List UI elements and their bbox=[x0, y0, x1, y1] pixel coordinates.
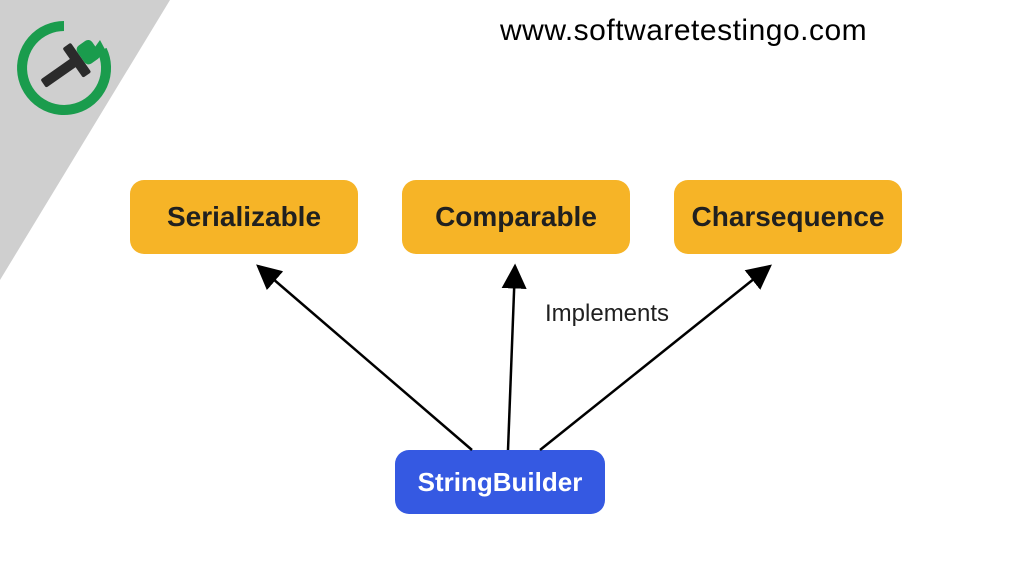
arrow-to-serializable bbox=[258, 266, 472, 450]
arrow-to-charsequence bbox=[540, 266, 770, 450]
class-stringbuilder: StringBuilder bbox=[395, 450, 605, 514]
website-url: www.softwaretestingo.com bbox=[500, 14, 867, 48]
interface-comparable: Comparable bbox=[402, 180, 630, 254]
brand-logo bbox=[14, 18, 114, 118]
arrow-to-comparable bbox=[508, 266, 515, 450]
interface-charsequence: Charsequence bbox=[674, 180, 902, 254]
interface-label: Serializable bbox=[167, 201, 321, 233]
class-label: StringBuilder bbox=[418, 467, 583, 498]
relationship-label: Implements bbox=[545, 300, 669, 328]
interface-serializable: Serializable bbox=[130, 180, 358, 254]
interface-label: Comparable bbox=[435, 201, 597, 233]
interface-label: Charsequence bbox=[692, 201, 885, 233]
